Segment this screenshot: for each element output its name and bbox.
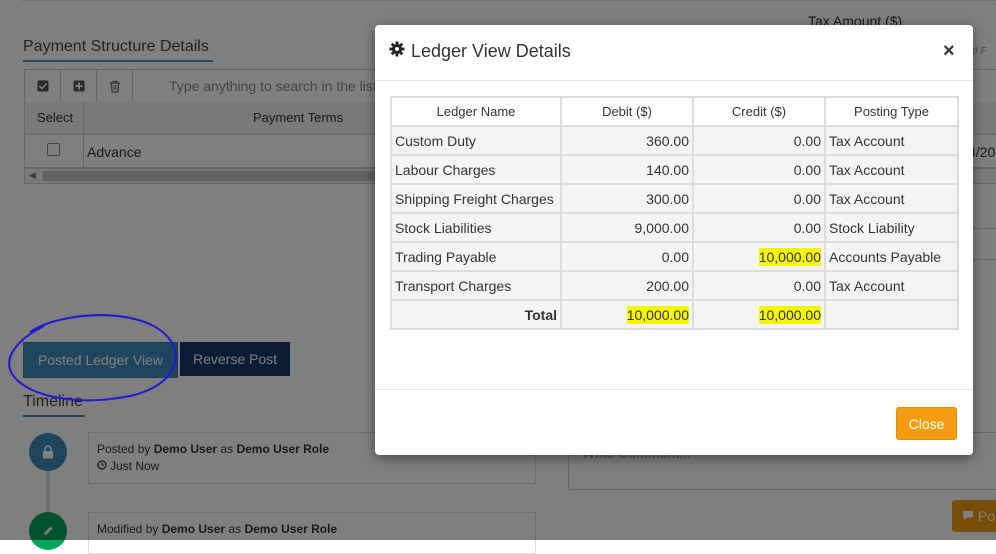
modal-title-text: Ledger View Details xyxy=(411,41,571,61)
total-empty-cell xyxy=(826,301,957,328)
ledger-name-cell: Trading Payable xyxy=(392,243,560,270)
modal-header: Ledger View Details × xyxy=(375,25,973,81)
debit-cell: 140.00 xyxy=(562,156,692,183)
gear-icon xyxy=(389,41,405,62)
ledger-name-cell: Custom Duty xyxy=(392,127,560,154)
ledger-name-cell: Stock Liabilities xyxy=(392,214,560,241)
total-credit-cell: 10,000.00 xyxy=(694,301,824,328)
ledger-name-cell: Labour Charges xyxy=(392,156,560,183)
posting-type-cell: Accounts Payable xyxy=(826,243,957,270)
ledger-table: Ledger Name Debit ($) Credit ($) Posting… xyxy=(390,96,959,330)
ledger-name-cell: Shipping Freight Charges xyxy=(392,185,560,212)
posting-type-cell: Tax Account xyxy=(826,272,957,299)
posting-type-cell: Tax Account xyxy=(826,156,957,183)
debit-cell: 200.00 xyxy=(562,272,692,299)
highlighted-credit-value: 10,000.00 xyxy=(758,247,821,266)
debit-cell: 300.00 xyxy=(562,185,692,212)
highlighted-total-credit: 10,000.00 xyxy=(758,305,821,324)
close-icon[interactable]: × xyxy=(943,41,955,61)
table-header-row: Ledger Name Debit ($) Credit ($) Posting… xyxy=(392,98,957,125)
debit-cell: 0.00 xyxy=(562,243,692,270)
posting-type-cell: Tax Account xyxy=(826,127,957,154)
table-row: Stock Liabilities 9,000.00 0.00 Stock Li… xyxy=(392,214,957,241)
column-header-credit: Credit ($) xyxy=(694,98,824,125)
ledger-view-modal: Ledger View Details × Ledger Name Debit … xyxy=(375,25,973,455)
credit-cell: 0.00 xyxy=(694,127,824,154)
debit-cell: 360.00 xyxy=(562,127,692,154)
ledger-name-cell: Transport Charges xyxy=(392,272,560,299)
column-header-debit: Debit ($) xyxy=(562,98,692,125)
total-row: Total 10,000.00 10,000.00 xyxy=(392,301,957,328)
posting-type-cell: Tax Account xyxy=(826,185,957,212)
total-debit-cell: 10,000.00 xyxy=(562,301,692,328)
modal-footer: Close xyxy=(375,389,973,456)
table-row: Trading Payable 0.00 10,000.00 Accounts … xyxy=(392,243,957,270)
column-header-posting-type: Posting Type xyxy=(826,98,957,125)
credit-cell: 0.00 xyxy=(694,272,824,299)
debit-cell: 9,000.00 xyxy=(562,214,692,241)
column-header-ledger-name: Ledger Name xyxy=(392,98,560,125)
table-row: Transport Charges 200.00 0.00 Tax Accoun… xyxy=(392,272,957,299)
modal-title: Ledger View Details xyxy=(389,41,571,62)
table-row: Custom Duty 360.00 0.00 Tax Account xyxy=(392,127,957,154)
close-button[interactable]: Close xyxy=(896,407,957,440)
table-row: Shipping Freight Charges 300.00 0.00 Tax… xyxy=(392,185,957,212)
posting-type-cell: Stock Liability xyxy=(826,214,957,241)
credit-cell: 0.00 xyxy=(694,214,824,241)
credit-cell: 0.00 xyxy=(694,156,824,183)
total-label: Total xyxy=(392,301,560,328)
table-row: Labour Charges 140.00 0.00 Tax Account xyxy=(392,156,957,183)
credit-cell: 10,000.00 xyxy=(694,243,824,270)
credit-cell: 0.00 xyxy=(694,185,824,212)
highlighted-total-debit: 10,000.00 xyxy=(626,305,689,324)
